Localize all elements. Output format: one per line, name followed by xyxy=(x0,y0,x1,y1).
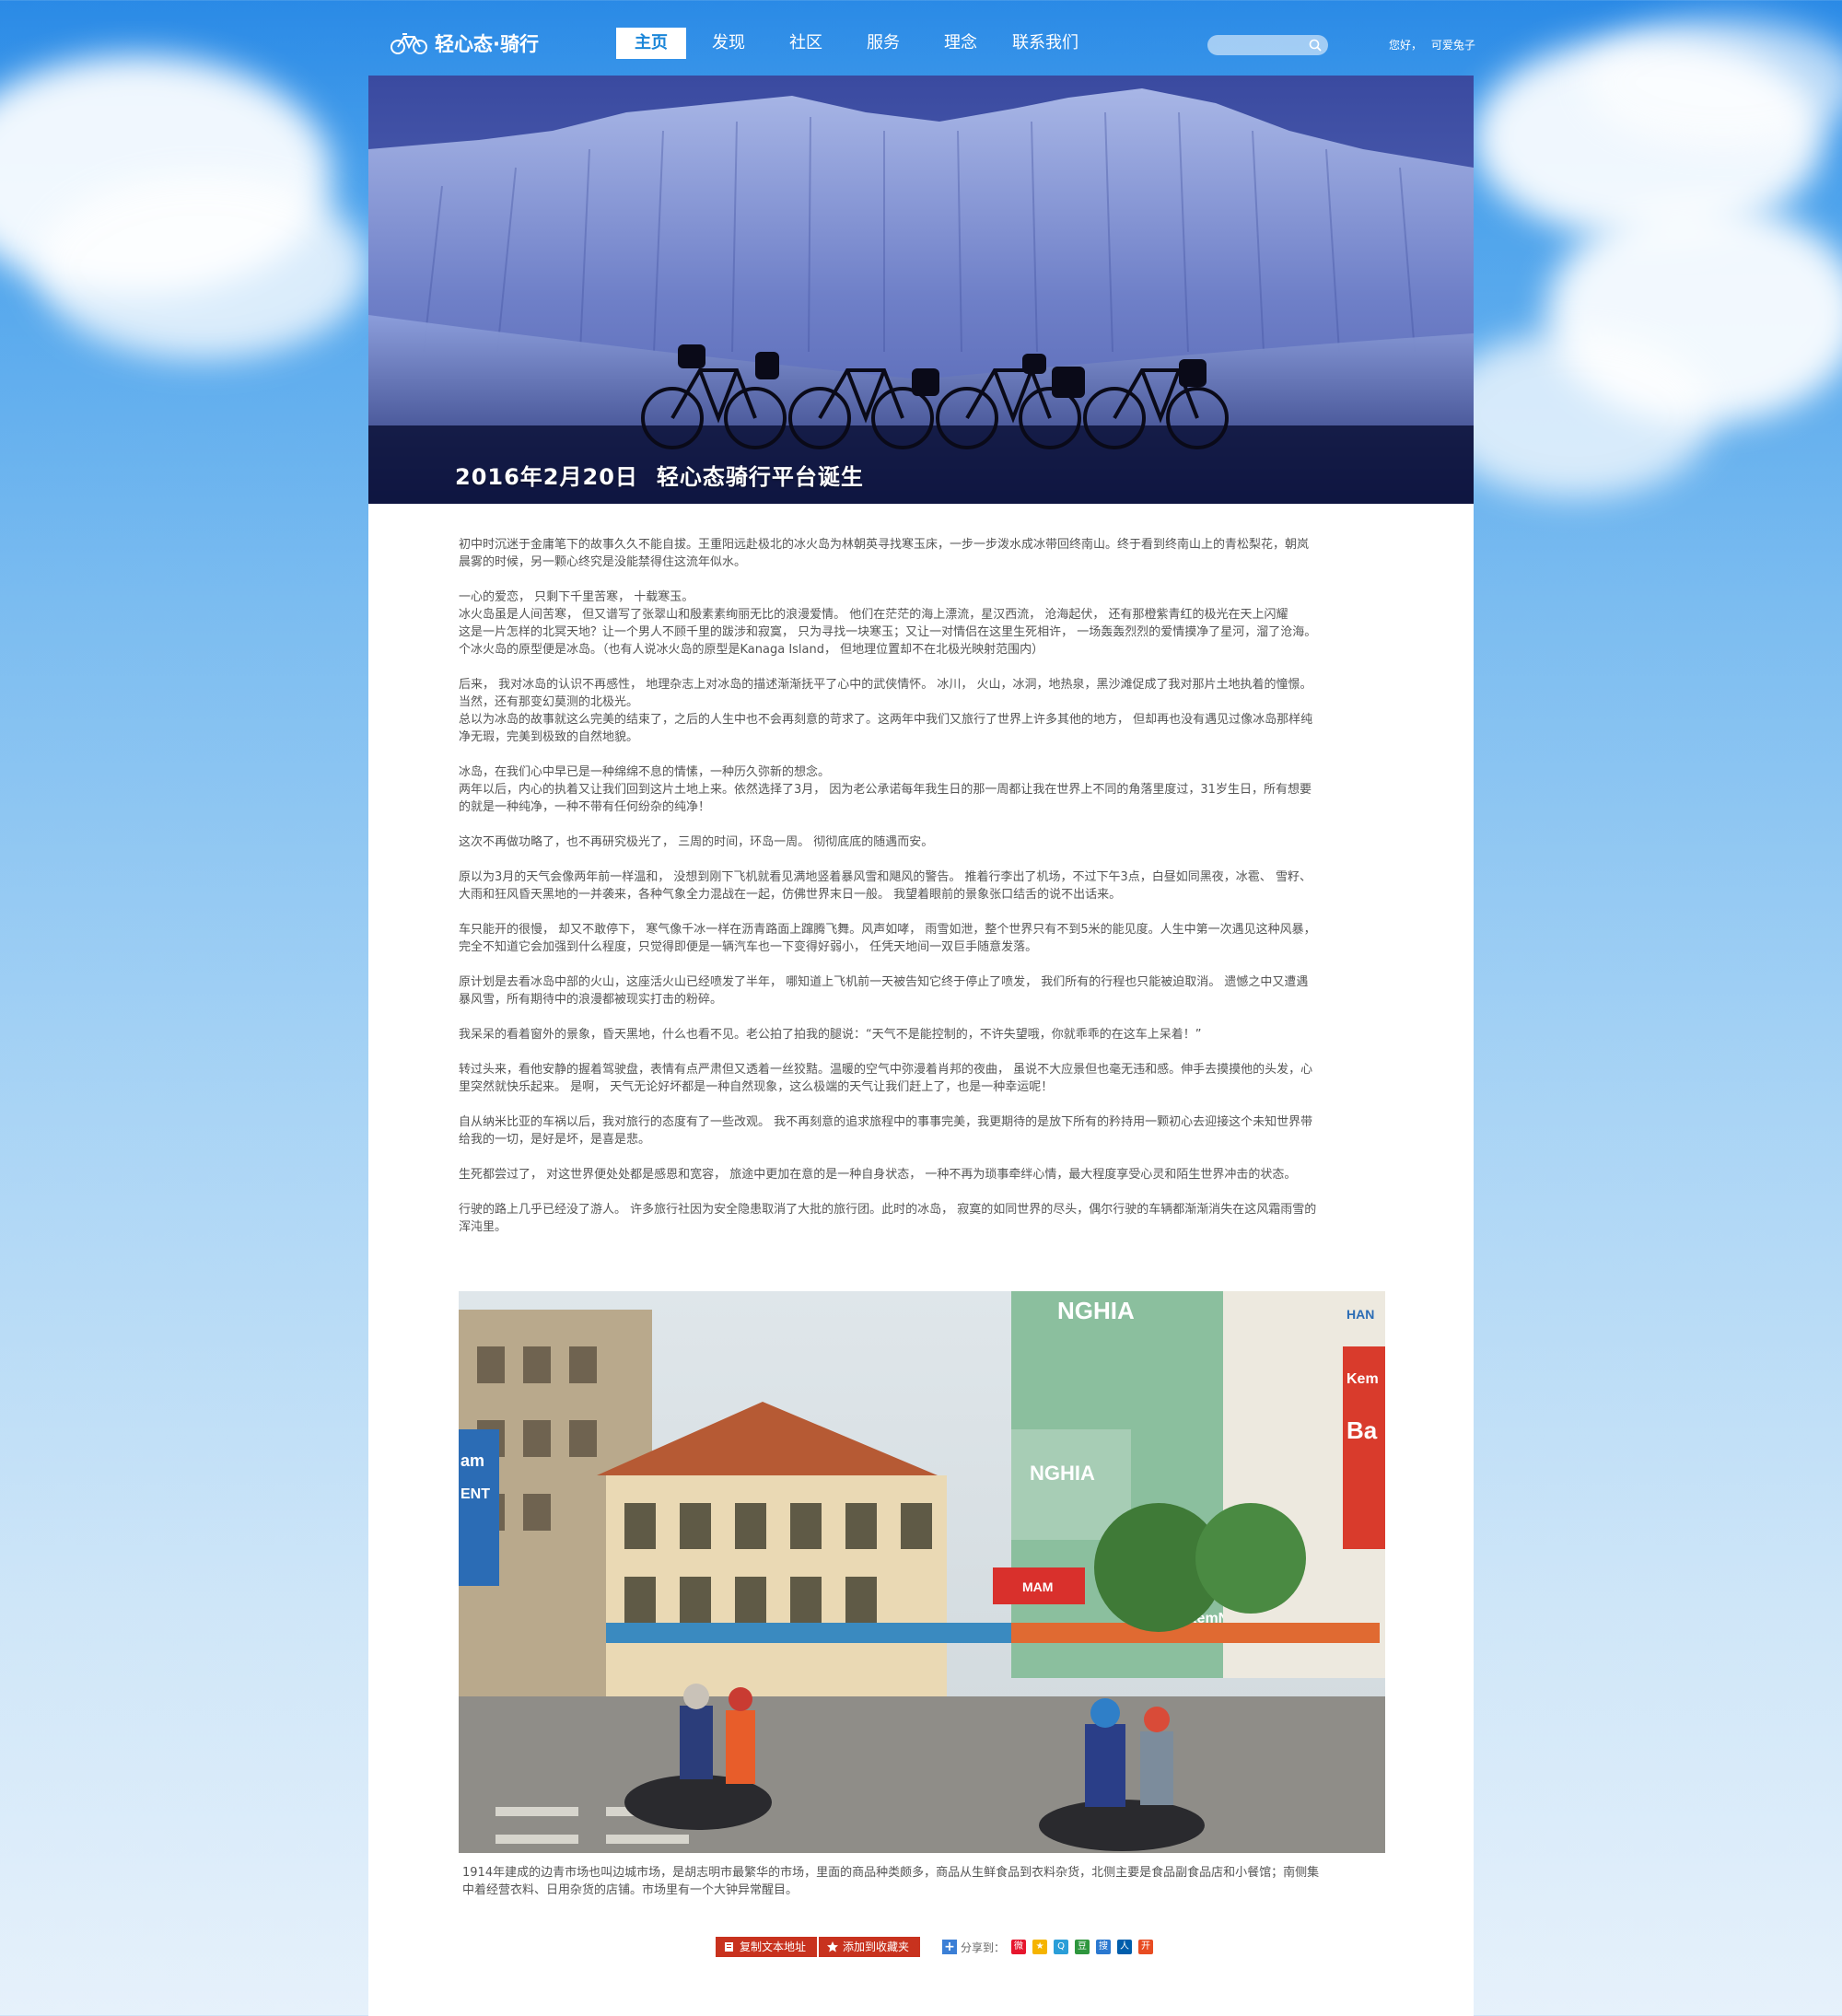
article-line: 暴风雪，所有期待中的浪漫都被现实打击的粉碎。 xyxy=(459,993,723,1007)
article-line: 初中时沉迷于金庸笔下的故事久久不能自拔。王重阳远赴极北的冰火岛为林朝英寻找寒玉床… xyxy=(459,538,1310,552)
tencent-weibo-share-icon[interactable]: Q xyxy=(1054,1940,1069,1954)
cloud-decoration xyxy=(37,175,368,359)
article-line: 原计划是去看冰岛中部的火山，这座活火山已经喷发了半年， 哪知道上飞机前一天被告知… xyxy=(459,975,1309,989)
photo-caption: 1914年建成的边青市场也叫边城市场，是胡志明市最繁华的市场，里面的商品种类颇多… xyxy=(462,1864,1383,1899)
photo-sign-ent: ENT xyxy=(460,1486,490,1502)
photo-sign-nghia-top: NGHIA xyxy=(1057,1297,1135,1324)
caption-line: 中着经营衣料、日用杂货的店铺。市场里有一个大钟异常醒目。 xyxy=(462,1883,799,1897)
bicycle-icon xyxy=(391,33,427,54)
add-favorite-button[interactable]: 添加到收藏夹 xyxy=(819,1937,921,1957)
share-toolbar: 复制文本地址 添加到收藏夹 + 分享到： 微 ★ Q 豆搜人开 xyxy=(716,1937,1154,1957)
article-line: 冰火岛虽是人间苦寒， 但又谱写了张翠山和殷素素绚丽无比的浪漫爱情。 他们在茫茫的… xyxy=(459,608,1288,622)
search-input[interactable] xyxy=(1217,35,1312,57)
article-paragraph: 车只能开的很慢， 却又不敢停下， 寒气像千冰一样在沥青路面上蹿腾飞舞。风声如哮，… xyxy=(459,921,1382,956)
article-paragraph: 初中时沉迷于金庸笔下的故事久久不能自拔。王重阳远赴极北的冰火岛为林朝英寻找寒玉床… xyxy=(459,536,1382,571)
article-line: 后来， 我对冰岛的认识不再感性， 地理杂志上对冰岛的描述渐渐抚平了心中的武侠情怀… xyxy=(459,678,1312,692)
copy-link-button[interactable]: 复制文本地址 xyxy=(716,1937,818,1957)
article-paragraph: 原以为3月的天气会像两年前一样温和， 没想到刚下飞机就看见满地竖着暴风雪和飓风的… xyxy=(459,868,1382,903)
article-paragraph: 原计划是去看冰岛中部的火山，这座活火山已经喷发了半年， 哪知道上飞机前一天被告知… xyxy=(459,973,1382,1008)
nav-item-home[interactable]: 主页 xyxy=(616,28,686,59)
sohu-share-icon[interactable]: 搜 xyxy=(1096,1940,1112,1954)
hero-headline: 轻心态骑行平台诞生 xyxy=(656,464,864,490)
article-line: 当然，还有那变幻莫测的北极光。 xyxy=(459,695,639,709)
caption-line: 1914年建成的边青市场也叫边城市场，是胡志明市最繁华的市场，里面的商品种类颇多… xyxy=(462,1866,1320,1880)
article-line: 原以为3月的天气会像两年前一样温和， 没想到刚下飞机就看见满地竖着暴风雪和飓风的… xyxy=(459,870,1312,884)
nav-item-community[interactable]: 社区 xyxy=(771,28,841,59)
cloud-decoration xyxy=(1437,332,1713,497)
main-nav: 主页 发现 社区 服务 理念 联系我们 xyxy=(616,28,1095,59)
renren-share-icon[interactable]: 人 xyxy=(1117,1940,1133,1954)
photo-sign-nghia-mid: NGHIA xyxy=(1030,1462,1095,1485)
article-paragraph: 这次不再做功略了，也不再研究极光了， 三周的时间，环岛一周。 彻彻底底的随遇而安… xyxy=(459,833,1382,851)
article-line: 车只能开的很慢， 却又不敢停下， 寒气像千冰一样在沥青路面上蹿腾飞舞。风声如哮，… xyxy=(459,923,1316,937)
hero-title: 2016年2月20日 轻心态骑行平台诞生 xyxy=(455,459,864,491)
article-line: 冰岛，在我们心中早已是一种绵绵不息的情愫，一种历久弥新的想念。 xyxy=(459,765,831,779)
photo-sign-ba: Ba xyxy=(1347,1416,1378,1444)
article-line: 我呆呆的看着窗外的景象，昏天黑地，什么也看不见。老公拍了拍我的腿说：“天气不是能… xyxy=(459,1028,1202,1042)
greeting-text: 您好， xyxy=(1389,39,1423,52)
article-line: 这次不再做功略了，也不再研究极光了， 三周的时间，环岛一周。 彻彻底底的随遇而安… xyxy=(459,835,934,849)
article-line: 两年以后，内心的执着又让我们回到这片土地上来。依然选择了3月， 因为老公承诺每年… xyxy=(459,783,1312,797)
nav-item-philosophy[interactable]: 理念 xyxy=(926,28,996,59)
photo-sign-mam: MAM xyxy=(1022,1579,1053,1594)
article-line: 净无瑕，完美到极致的自然地貌。 xyxy=(459,730,639,744)
article-paragraph: 行驶的路上几乎已经没了游人。 许多旅行社因为安全隐患取消了大批的旅行团。此时的冰… xyxy=(459,1201,1382,1236)
article-paragraph: 一心的爱恋， 只剩下千里苦寒， 十载寒玉。冰火岛虽是人间苦寒， 但又谱写了张翠山… xyxy=(459,588,1382,658)
nav-item-discover[interactable]: 发现 xyxy=(694,28,764,59)
article-paragraph: 冰岛，在我们心中早已是一种绵绵不息的情愫，一种历久弥新的想念。两年以后，内心的执… xyxy=(459,763,1382,816)
article-body: 初中时沉迷于金庸笔下的故事久久不能自拔。王重阳远赴极北的冰火岛为林朝英寻找寒玉床… xyxy=(459,536,1382,1253)
search-icon[interactable] xyxy=(1308,38,1323,52)
copy-link-label: 复制文本地址 xyxy=(740,1940,807,1953)
user-info: 您好， 可爱兔子 xyxy=(1389,37,1481,52)
photo-sign-han: HAN xyxy=(1347,1307,1374,1322)
star-icon xyxy=(827,1941,839,1952)
logo-text: 轻心态·骑行 xyxy=(435,33,539,55)
article-line: 浑沌里。 xyxy=(459,1220,507,1234)
username-link[interactable]: 可爱兔子 xyxy=(1431,39,1475,52)
article-line: 完全不知道它会加强到什么程度，只觉得即便是一辆汽车也一下变得好弱小， 任凭天地间… xyxy=(459,940,1038,954)
weibo-share-icon[interactable]: 微 xyxy=(1011,1940,1027,1954)
article-paragraph: 生死都尝过了， 对这世界便处处都是感恩和宽容， 旅途中更加在意的是一种自身状态，… xyxy=(459,1166,1382,1183)
article-line: 里突然就快乐起来。 是啊， 天气无论好坏都是一种自然现象，这么极端的天气让我们赶… xyxy=(459,1080,1054,1094)
article-line: 自从纳米比亚的车祸以后，我对旅行的态度有了一些改观。 我不再刻意的追求旅程中的事… xyxy=(459,1115,1313,1129)
share-to: + 分享到： 微 ★ Q 豆搜人开 xyxy=(942,1940,1154,1955)
kaixin-share-icon[interactable]: 开 xyxy=(1138,1940,1154,1954)
article-line: 这是一片怎样的北冥天地？让一个男人不顾千里的跋涉和寂寞， 只为寻找一块寒玉；又让… xyxy=(459,625,1317,639)
article-paragraph: 自从纳米比亚的车祸以后，我对旅行的态度有了一些改观。 我不再刻意的追求旅程中的事… xyxy=(459,1113,1382,1148)
nav-item-service[interactable]: 服务 xyxy=(848,28,918,59)
article-line: 行驶的路上几乎已经没了游人。 许多旅行社因为安全隐患取消了大批的旅行团。此时的冰… xyxy=(459,1203,1317,1217)
site-logo[interactable]: 轻心态·骑行 xyxy=(391,29,539,57)
copy-icon xyxy=(725,1942,733,1952)
hero-image-bicycles-salt-mountain xyxy=(368,76,1474,504)
search-box xyxy=(1207,35,1328,57)
nav-item-contact[interactable]: 联系我们 xyxy=(1003,28,1088,59)
article-line: 晨雾的时候，另一颗心终究是没能禁得住这流年似水。 xyxy=(459,555,747,569)
article-line: 转过头来，看他安静的握着驾驶盘，表情有点严肃但又透着一丝狡黠。温暖的空气中弥漫着… xyxy=(459,1063,1313,1077)
article-line: 一心的爱恋， 只剩下千里苦寒， 十载寒玉。 xyxy=(459,590,694,604)
svg-text:am: am xyxy=(460,1451,484,1470)
article-line: 给我的一切，是好是坏，是喜是悲。 xyxy=(459,1133,651,1147)
article-line: 个冰火岛的原型便是冰岛。（也有人说冰火岛的原型是Kanaga Island， 但… xyxy=(459,643,1044,657)
qzone-share-icon[interactable]: ★ xyxy=(1032,1940,1048,1954)
hero-banner: 2016年2月20日 轻心态骑行平台诞生 xyxy=(368,76,1474,504)
article-line: 总以为冰岛的故事就这么完美的结束了，之后的人生中也不会再刻意的苛求了。这两年中我… xyxy=(459,713,1313,727)
article-paragraph: 转过头来，看他安静的握着驾驶盘，表情有点严肃但又透着一丝狡黠。温暖的空气中弥漫着… xyxy=(459,1061,1382,1096)
share-to-label: 分享到： xyxy=(961,1940,1006,1954)
content-panel: 2016年2月20日 轻心态骑行平台诞生 初中时沉迷于金庸笔下的故事久久不能自拔。… xyxy=(368,76,1474,2016)
article-photo-saigon-market: am ENT NGHIA KemNGHIA NGHIA HAN Kem Ba xyxy=(459,1291,1385,1853)
hero-date: 2016年2月20日 xyxy=(455,464,638,490)
article-paragraph: 后来， 我对冰岛的认识不再感性， 地理杂志上对冰岛的描述渐渐抚平了心中的武侠情怀… xyxy=(459,676,1382,746)
article-paragraph: 我呆呆的看着窗外的景象，昏天黑地，什么也看不见。老公拍了拍我的腿说：“天气不是能… xyxy=(459,1026,1382,1043)
site-header: 轻心态·骑行 主页 发现 社区 服务 理念 联系我们 您好， 可爱兔子 xyxy=(0,0,1842,76)
douban-share-icon[interactable]: 豆 xyxy=(1075,1940,1090,1954)
plus-icon: + xyxy=(942,1940,958,1954)
photo-sign-kem: Kem xyxy=(1347,1371,1379,1387)
article-line: 生死都尝过了， 对这世界便处处都是感恩和宽容， 旅途中更加在意的是一种自身状态，… xyxy=(459,1168,1297,1182)
add-favorite-label: 添加到收藏夹 xyxy=(843,1940,910,1953)
article-line: 大雨和狂风昏天黑地的一并袭来，各种气象全力混战在一起，仿佛世界末日一般。 我望着… xyxy=(459,888,1122,902)
article-line: 的就是一种纯净，一种不带有任何纷杂的纯净！ xyxy=(459,800,711,814)
